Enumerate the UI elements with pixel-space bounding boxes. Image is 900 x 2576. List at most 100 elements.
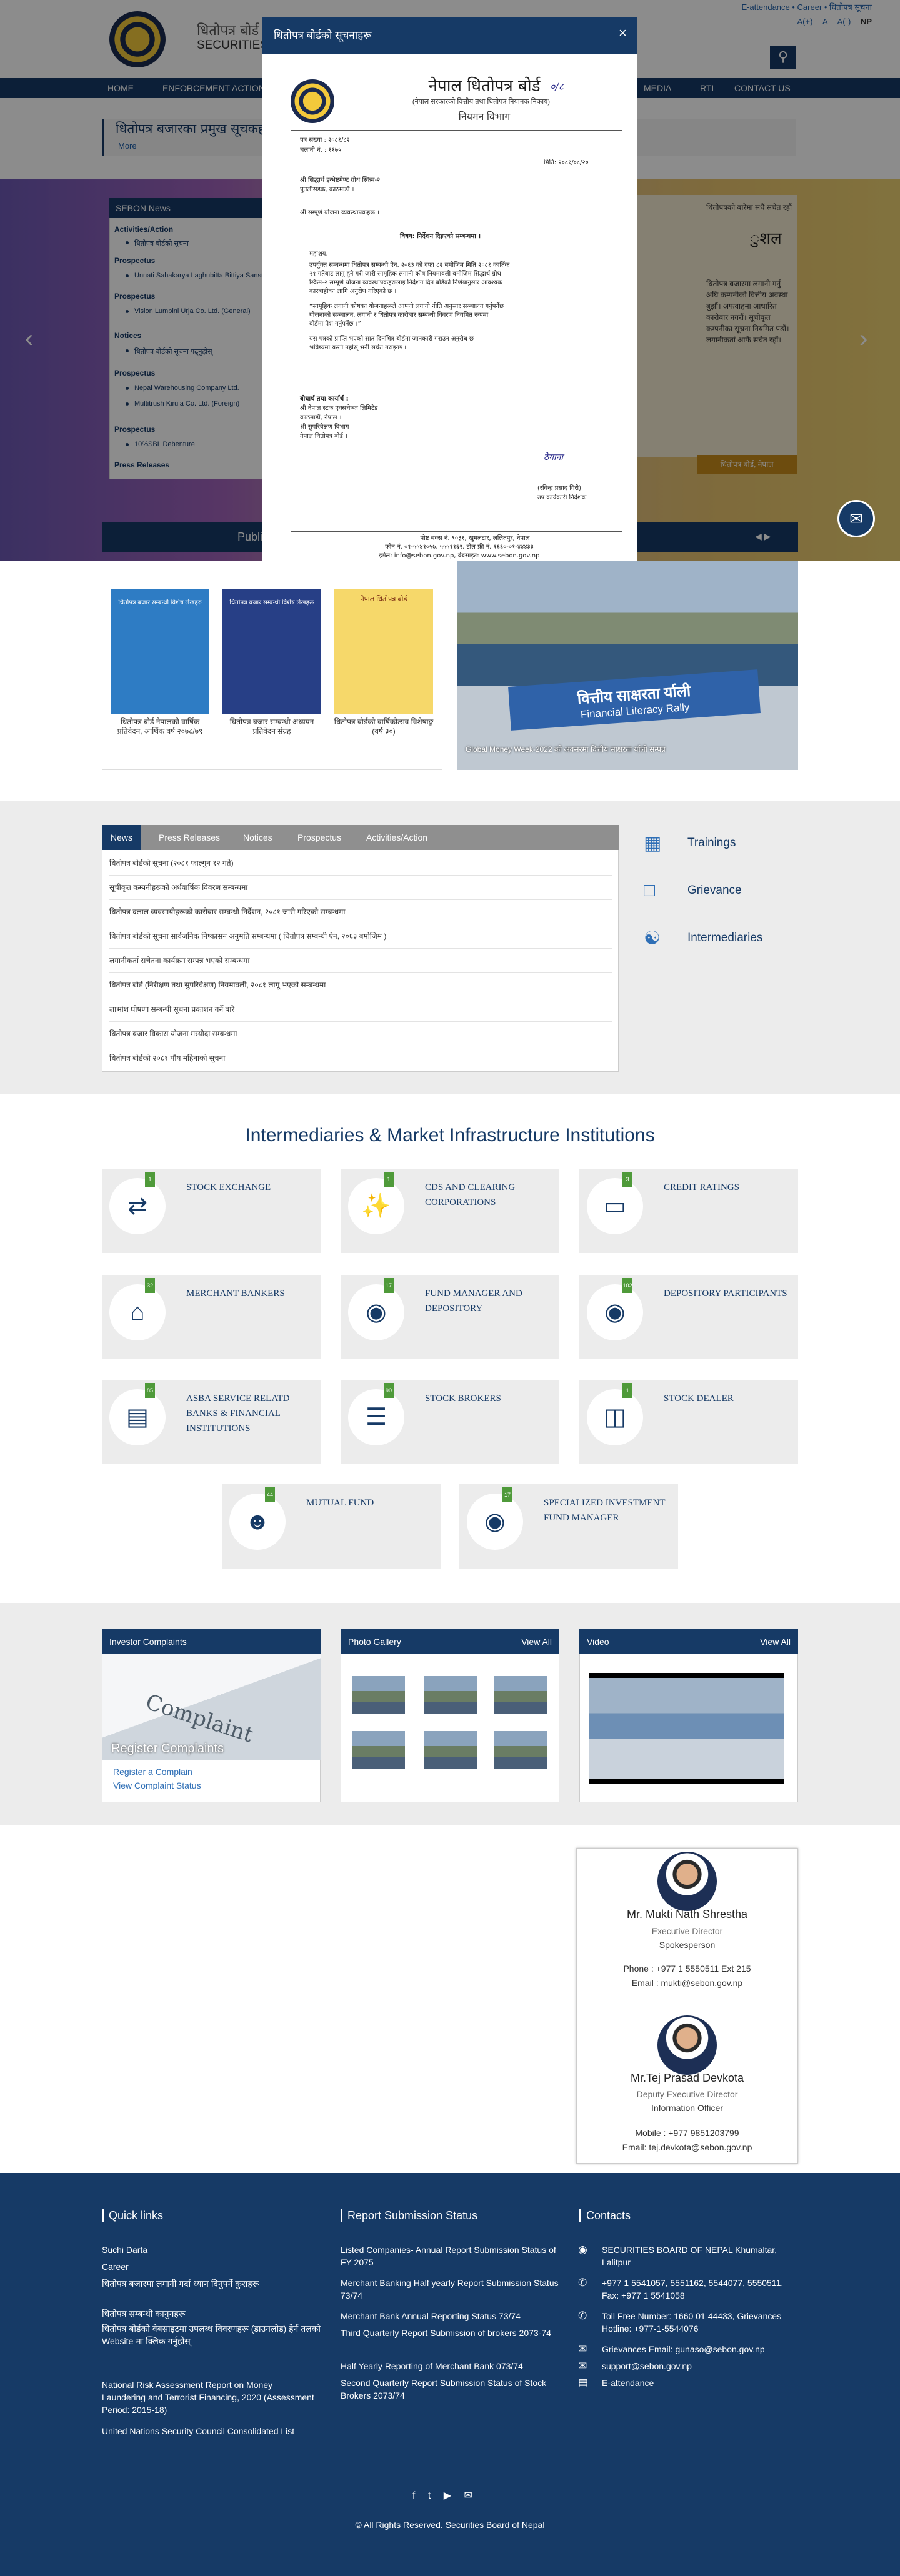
contact-grievance-email[interactable]: Grievances Email: gunaso@sebon.gov.np	[602, 2343, 802, 2355]
card-credit-ratings[interactable]: ▭ 3 CREDIT RATINGS	[579, 1169, 798, 1253]
footer-link[interactable]: धितोपत्र बजारमा लगानी गर्दा ध्यान दिनुपर…	[102, 2277, 327, 2290]
book-cover[interactable]: धितोपत्र बजार सम्बन्धी विशेष लेखहरु	[111, 589, 209, 714]
book-caption[interactable]: धितोपत्र बोर्ड नेपालको वार्षिक प्रतिवेदन…	[108, 717, 212, 736]
intermediaries-link[interactable]: ☯ Intermediaries	[644, 919, 800, 956]
letter-seal	[291, 79, 334, 123]
footer-link[interactable]: Suchi Darta	[102, 2244, 327, 2256]
news-row[interactable]: धितोपत्र बोर्डको सूचना (२०८१ फाल्गुन १२ …	[109, 851, 612, 876]
quick-links-title: Quick links	[102, 2209, 163, 2222]
gallery-thumbnail[interactable]	[494, 1676, 547, 1714]
widget-title: Video	[587, 1637, 609, 1647]
register-complaint-link[interactable]: Register a Complain	[113, 1767, 192, 1777]
avatar	[658, 1852, 717, 1911]
report-link[interactable]: Third Quarterly Report Submission of bro…	[341, 2327, 559, 2339]
news-row[interactable]: धितोपत्र बोर्ड (निरीक्षण तथा सुपरिवेक्षण…	[109, 973, 612, 997]
letter-cc-line: श्री नेपाल स्टक एक्सचेञ्ज लिमिटेड	[300, 405, 378, 412]
card-depository-participants[interactable]: ◉ 102 DEPOSITORY PARTICIPANTS	[579, 1275, 798, 1359]
social-icons[interactable]: f t ▶ ✉	[412, 2489, 478, 2502]
card-stock-dealer[interactable]: ◫ 1 STOCK DEALER	[579, 1380, 798, 1464]
card-mutual-fund[interactable]: ☻ 44 MUTUAL FUND	[222, 1484, 441, 1569]
news-row[interactable]: धितोपत्र बजार विकास योजना मस्यौदा सम्बन्…	[109, 1022, 612, 1046]
spokesperson-email[interactable]: Email : mukti@sebon.gov.np	[576, 1978, 798, 1988]
count-badge: 17	[502, 1487, 512, 1502]
card-label: MUTUAL FUND	[306, 1498, 374, 1508]
letter-body-line: कारबाहीका लागि अनुरोध गरिएको छ ।	[309, 288, 397, 295]
news-row[interactable]: धितोपत्र दलाल व्यवसायीहरूको कारोबार सम्ब…	[109, 900, 612, 924]
footer-link[interactable]: धितोपत्र बोर्डको वेबसाइटमा उपलब्ध विवरणह…	[102, 2322, 327, 2347]
tab-news[interactable]: News	[102, 825, 142, 850]
news-row[interactable]: धितोपत्र बोर्डको सूचना सार्वजनिक निष्कास…	[109, 924, 612, 949]
report-link[interactable]: Half Yearly Reporting of Merchant Bank 0…	[341, 2360, 559, 2372]
book-cover[interactable]: नेपाल धितोपत्र बोर्ड	[334, 589, 433, 714]
contact-toll-free: Toll Free Number: 1660 01 44433, Grievan…	[602, 2311, 782, 2334]
gallery-thumbnail[interactable]	[424, 1676, 477, 1714]
event-photo[interactable]	[458, 561, 798, 770]
report-link[interactable]: Merchant Banking Half yearly Report Subm…	[341, 2277, 559, 2302]
letter-footer-divider	[291, 531, 622, 532]
letter-body-line: भविष्यमा यस्तो नहोस् भनी सचेत गराइन्छ ।	[309, 344, 407, 351]
count-badge: 3	[622, 1172, 632, 1187]
card-fund-manager[interactable]: ◉ 17 FUND MANAGER AND DEPOSITORY	[341, 1275, 559, 1359]
contact-phone: +977 1 5541057, 5551162, 5544077, 555051…	[602, 2278, 784, 2300]
letter-cc-title: बोधार्थ तथा कार्यार्थ :	[300, 396, 349, 402]
card-specialized-fund-manager[interactable]: ◉ 17 SPECIALIZED INVESTMENT FUND MANAGER	[459, 1484, 678, 1569]
footer-link[interactable]: United Nations Security Council Consolid…	[102, 2425, 327, 2437]
book-cover-title: नेपाल धितोपत्र बोर्ड	[360, 596, 408, 603]
users-icon: ☻	[229, 1494, 286, 1550]
card-merchant-bankers[interactable]: ⌂ 32 MERCHANT BANKERS	[102, 1275, 321, 1359]
card-stock-brokers[interactable]: ☰ 90 STOCK BROKERS	[341, 1380, 559, 1464]
letter-signature: ठेगाना	[544, 452, 564, 462]
location-icon: ◉	[578, 2244, 588, 2255]
card-cds-clearing[interactable]: ✨ 1 CDS AND CLEARING CORPORATIONS	[341, 1169, 559, 1253]
report-link[interactable]: Merchant Bank Annual Reporting Status 73…	[341, 2310, 559, 2322]
book-caption[interactable]: धितोपत्र बोर्डको वार्षिकोत्सव विशेषाङ्क …	[331, 717, 436, 736]
gallery-view-all-link[interactable]: View All	[521, 1629, 552, 1654]
book-cover[interactable]: धितोपत्र बजार सम्बन्धी विशेष लेखहरू	[222, 589, 321, 714]
gallery-thumbnail[interactable]	[424, 1731, 477, 1769]
tab-activities-action[interactable]: Activities/Action	[358, 825, 436, 850]
report-link[interactable]: Listed Companies- Annual Report Submissi…	[341, 2244, 559, 2269]
letter-body-line: स्किम-२ सम्पूर्ण योजना व्यवस्थापकहरूलाई …	[309, 279, 502, 286]
view-complaint-status-link[interactable]: View Complaint Status	[113, 1780, 201, 1790]
count-badge: 1	[622, 1383, 632, 1398]
letter-footer-line[interactable]: इमेल: info@sebon.gov.np, वेबसाइट: www.se…	[319, 552, 600, 561]
news-row[interactable]: लाभांश घोषणा सम्बन्धी सूचना प्रकाशन गर्न…	[109, 997, 612, 1022]
news-row[interactable]: सूचीकृत कम्पनीहरूको अर्धवार्षिक विवरण सम…	[109, 876, 612, 900]
contact-support-email[interactable]: support@sebon.gov.np	[602, 2360, 802, 2372]
investor-complaints-title: Investor Complaints	[102, 1629, 321, 1654]
mail-icon: ✉	[578, 2343, 588, 2355]
video-frame[interactable]	[589, 1678, 784, 1779]
footer-link[interactable]: धितोपत्र सम्बन्धी कानुनहरू	[102, 2307, 327, 2320]
contact-address: SECURITIES BOARD OF NEPAL Khumaltar, Lal…	[602, 2245, 778, 2267]
close-icon[interactable]: ×	[619, 25, 627, 41]
letter-org-sub: (नेपाल सरकारको वित्तीय तथा धितोपत्र निया…	[412, 98, 551, 106]
gallery-thumbnail[interactable]	[352, 1676, 405, 1714]
footer-link[interactable]: National Risk Assessment Report on Money…	[102, 2379, 314, 2416]
news-row[interactable]: धितोपत्र बोर्डको २०८१ पौष महिनाको सूचना	[109, 1046, 612, 1071]
news-row[interactable]: लगानीकर्ता सचेतना कार्यक्रम सम्पन्न भएको…	[109, 949, 612, 973]
gallery-thumbnail[interactable]	[494, 1731, 547, 1769]
phone-icon: ✆	[578, 2310, 588, 2322]
broom-icon: ✨	[348, 1178, 404, 1234]
tab-notices[interactable]: Notices	[234, 825, 281, 850]
copyright: © All Rights Reserved. Securities Board …	[355, 2520, 545, 2530]
tab-press-releases[interactable]: Press Releases	[150, 825, 229, 850]
grievance-link[interactable]: □ Grievance	[644, 871, 800, 909]
count-badge: 1	[384, 1172, 394, 1187]
card-asba-banks[interactable]: ▤ 85 ASBA SERVICE RELATD BANKS & FINANCI…	[102, 1380, 321, 1464]
card-stock-exchange[interactable]: ⇄ 1 STOCK EXCHANGE	[102, 1169, 321, 1253]
tab-prospectus[interactable]: Prospectus	[289, 825, 350, 850]
video-view-all-link[interactable]: View All	[760, 1629, 791, 1654]
info-officer-email[interactable]: Email: tej.devkota@sebon.gov.np	[576, 2142, 798, 2152]
gallery-thumbnail[interactable]	[352, 1731, 405, 1769]
trainings-link[interactable]: ▦ Trainings	[644, 824, 800, 861]
contact-e-attendance[interactable]: E-attendance	[602, 2377, 802, 2389]
footer-link[interactable]: Career	[102, 2260, 327, 2273]
exchange-icon: ⇄	[109, 1178, 166, 1234]
report-link[interactable]: Second Quarterly Report Submission Statu…	[341, 2377, 559, 2402]
chat-bubble-icon[interactable]: ✉	[838, 500, 875, 537]
card-label: STOCK BROKERS	[425, 1394, 501, 1404]
book-caption[interactable]: धितोपत्र बजार सम्बन्धी अध्ययन प्रतिवेदन …	[219, 717, 324, 736]
count-badge: 85	[145, 1383, 155, 1398]
piggy-bank-icon: ◉	[467, 1494, 523, 1550]
